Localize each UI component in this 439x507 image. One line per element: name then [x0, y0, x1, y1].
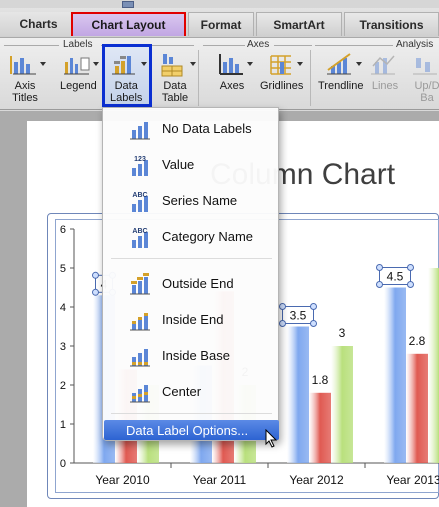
chart-bar: [406, 353, 428, 463]
x-tick-label: Year 2012: [289, 473, 344, 487]
inside-base-icon: [129, 345, 151, 367]
menu-item-series-name[interactable]: ABC Series Name: [103, 182, 280, 218]
y-tick-label: 3: [60, 341, 66, 353]
data-label: 3.5: [290, 309, 307, 323]
y-tick-label: 6: [60, 224, 66, 236]
center-icon: [129, 381, 151, 403]
data-label: 3: [339, 326, 346, 340]
menu-item-label: Inside Base: [162, 347, 230, 363]
selection-handle: [376, 264, 383, 271]
svg-text:123: 123: [134, 156, 146, 163]
x-tick-label: Year 2010: [95, 473, 150, 487]
x-tick-label: Year 2013: [386, 473, 439, 487]
selection-handle: [279, 320, 286, 327]
y-tick-label: 0: [60, 458, 66, 470]
svg-text:ABC: ABC: [132, 192, 147, 199]
selection-handle: [279, 303, 286, 310]
chart-bar: [309, 392, 331, 463]
data-label: 1.8: [312, 373, 329, 387]
menu-item-label: Outside End: [162, 275, 234, 291]
y-tick-label: 2: [60, 380, 66, 392]
category-name-icon: ABC: [129, 226, 151, 250]
y-tick-label: 4: [60, 302, 66, 314]
selection-handle: [92, 271, 99, 279]
chart-bar: [384, 287, 406, 463]
series-name-icon: ABC: [129, 190, 151, 214]
menu-item-outside-end[interactable]: Outside End: [103, 265, 280, 301]
selection-handle: [407, 281, 414, 288]
menu-item-inside-end[interactable]: Inside End: [103, 301, 280, 337]
inside-end-icon: [129, 309, 151, 331]
menu-item-label: Category Name: [162, 228, 254, 244]
menu-item-label: Center: [162, 383, 202, 399]
data-label: 4.5: [387, 270, 404, 284]
data-label-options-item[interactable]: Data Label Options...: [104, 420, 279, 440]
menu-separator: [111, 258, 272, 259]
chart-bar: [331, 346, 353, 463]
menu-item-label: Series Name: [162, 192, 238, 208]
menu-item-no-data-labels[interactable]: No Data Labels: [103, 110, 280, 146]
data-label: 2.8: [409, 334, 426, 348]
data-labels-menu: No Data Labels 123 Value ABC Series Name ABC C…: [102, 107, 279, 441]
menu-item-inside-base[interactable]: Inside Base: [103, 337, 280, 373]
x-tick-label: Year 2011: [193, 473, 247, 487]
menu-item-category-name[interactable]: ABC Category Name: [103, 218, 280, 254]
value-icon: 123: [129, 154, 151, 178]
y-tick-label: 5: [60, 263, 66, 275]
selection-handle: [310, 320, 317, 327]
menu-item-label: Inside End: [162, 311, 224, 327]
menu-item-value[interactable]: 123 Value: [103, 146, 280, 182]
menu-item-center[interactable]: Center: [103, 373, 280, 409]
chart-bar: [287, 326, 309, 463]
menu-item-label: Value: [162, 156, 195, 172]
mouse-cursor-icon: [265, 429, 278, 448]
selection-handle: [310, 303, 317, 310]
outside-end-icon: [129, 273, 151, 295]
menu-item-label: Data Label Options...: [126, 422, 249, 438]
menu-item-label: No Data Labels: [162, 120, 252, 136]
menu-separator: [111, 413, 272, 414]
selection-handle: [92, 288, 99, 296]
y-tick-label: 1: [60, 419, 66, 431]
selection-handle: [407, 264, 414, 271]
no-data-labels-icon: [129, 118, 151, 140]
svg-text:ABC: ABC: [132, 228, 147, 235]
selection-handle: [376, 281, 383, 288]
chart-bar: [428, 268, 439, 463]
